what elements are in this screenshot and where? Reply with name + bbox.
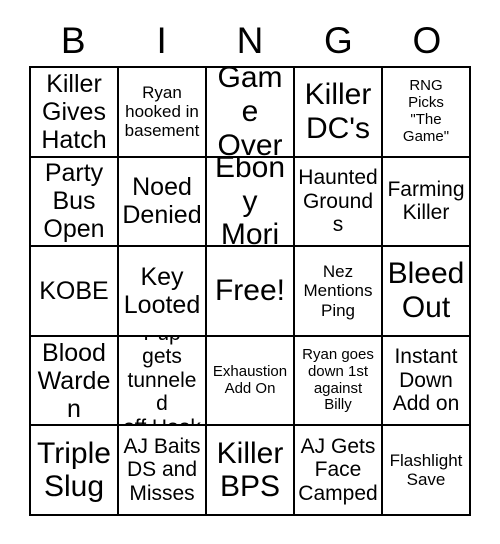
bingo-cell[interactable]: Bleed Out [383,247,471,337]
bingo-cell[interactable]: Killer BPS [207,426,295,516]
bingo-cell[interactable]: AJ Gets Face Camped [295,426,383,516]
bingo-cell[interactable]: RNG Picks "The Game" [383,68,471,158]
bingo-header-letter-n: N [236,19,264,61]
bingo-cell-label: AJ Baits DS and Misses [123,434,201,505]
bingo-cell[interactable]: Instant Down Add on [383,336,471,427]
bingo-cell-label: Instant Down Add on [392,345,460,416]
bingo-cell-label: Party Bus Open [43,159,105,244]
bingo-header-letter-g: G [324,19,353,61]
bingo-cell[interactable]: Nez Mentions Ping [295,247,383,337]
bingo-header-letter-o: O [412,19,442,61]
bingo-cell-label: Haunted Grounds [298,166,378,237]
bingo-cell[interactable]: Ryan hooked in basement [119,68,207,158]
bingo-cell-label: Flashlight Save [389,451,463,490]
bingo-cell[interactable]: Haunted Grounds [295,157,383,248]
bingo-cell[interactable]: Ebony Mori [207,157,295,248]
bingo-cell-label: Ebony Mori [214,157,286,248]
bingo-cell-label: Exhaustion Add On [212,362,288,397]
bingo-header-letter-i: I [156,19,167,61]
bingo-header-row: B I N G O [29,14,471,66]
bingo-cell[interactable]: AJ Baits DS and Misses [119,426,207,516]
bingo-cell[interactable]: Game Over [207,68,295,158]
bingo-cell-label: AJ Gets Face Camped [298,434,378,505]
bingo-cell[interactable]: Pup gets tunneled off Hook [119,336,207,427]
bingo-cell[interactable]: Blood Warden [31,336,119,427]
bingo-cell-free-space[interactable]: Free! [207,247,295,337]
bingo-cell-label: Triple Slug [37,436,111,504]
bingo-cell[interactable]: Exhaustion Add On [207,336,295,427]
bingo-grid: Killer Gives Hatch Ryan hooked in basemen… [29,66,471,516]
bingo-cell[interactable]: Party Bus Open [31,157,119,248]
bingo-header-letter-b: B [60,19,86,61]
bingo-cell-label: RNG Picks "The Game" [402,77,450,145]
bingo-cell[interactable]: Noed Denied [119,157,207,248]
bingo-cell[interactable]: Killer DC's [295,68,383,158]
bingo-cell-label: Ryan hooked in basement [124,83,200,141]
bingo-cell-label: KOBE [39,276,109,305]
bingo-cell-label: Farming Killer [387,177,465,225]
bingo-card: B I N G O Killer Gives Hatch Ryan hooked … [0,0,500,544]
bingo-cell-label: Bleed Out [387,257,465,324]
bingo-cell-label: Killer Gives Hatch [41,69,107,154]
bingo-cell-label: Ryan goes down 1st against Billy [302,346,374,414]
bingo-cell-label: Blood Warden [37,338,111,423]
bingo-cell-label: Key Looted [123,262,201,319]
bingo-cell[interactable]: Flashlight Save [383,426,471,516]
bingo-cell[interactable]: Ryan goes down 1st against Billy [295,336,383,427]
bingo-cell-label: Killer DC's [304,78,372,145]
bingo-cell-label: Noed Denied [122,173,202,230]
bingo-cell-label: Pup gets tunneled off Hook [123,337,201,425]
bingo-cell-label: Nez Mentions Ping [303,262,373,320]
bingo-cell[interactable]: Triple Slug [31,426,119,516]
bingo-cell[interactable]: Farming Killer [383,157,471,248]
bingo-cell-label: Killer BPS [216,436,284,504]
bingo-cell-label: Game Over [217,68,283,158]
bingo-cell-label: Free! [214,274,286,308]
bingo-cell[interactable]: Killer Gives Hatch [31,68,119,158]
bingo-cell[interactable]: KOBE [31,247,119,337]
bingo-cell[interactable]: Key Looted [119,247,207,337]
